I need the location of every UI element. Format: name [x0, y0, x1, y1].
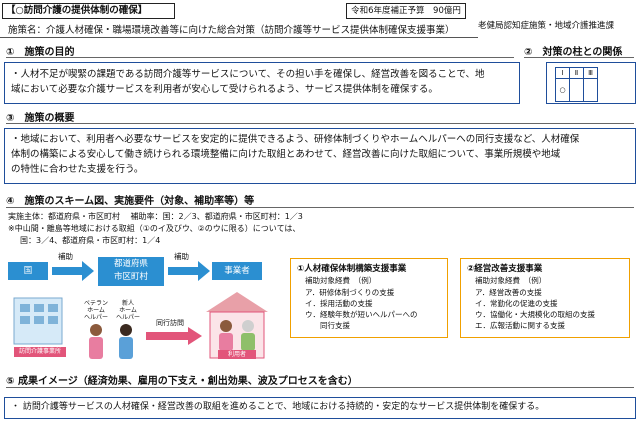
new-label-line3: ヘルパー	[115, 314, 140, 321]
support1-box: ①人材確保体制構築支援事業 補助対象経費 （例） ア．研修体制づくりの支援 イ．…	[290, 258, 448, 338]
measure-name: 施策名：介護人材確保・職場環境改善等に向けた総合対策（訪問介護等サービス提供体制…	[0, 24, 478, 38]
pillar-header-1: Ⅰ	[555, 67, 570, 79]
scheme-line2: ※中山間・離島等地域における取組（①のイ及びウ、②のウに限る）については、	[8, 224, 301, 233]
pillars-table: Ⅰ Ⅱ Ⅲ ○	[555, 67, 598, 102]
pillar-header-3: Ⅲ	[583, 67, 598, 79]
outcome-heading: ⑤ 成果イメージ（経済効果、雇用の下支え・創出効果、波及プロセスを含む）	[6, 376, 358, 387]
overview-line3: の特性に合わせた支援を行う。	[11, 164, 144, 175]
purpose-divider	[6, 57, 514, 58]
flow-arrow-1	[52, 261, 94, 281]
pillars-box: Ⅰ Ⅱ Ⅲ ○	[546, 62, 636, 104]
flow-prefecture-line2: 市区町村	[113, 272, 148, 282]
office-label: 訪問介護事業所	[14, 347, 66, 357]
support2-title: ②経営改善支援事業	[467, 264, 543, 274]
new-helper-label: 新人 ホーム ヘルパー	[114, 300, 142, 321]
support1-item-4: 同行支援	[305, 321, 350, 330]
support2-item-2: イ．常勤化の促進の支援	[475, 299, 558, 308]
support1-item-3: ウ．経験年数が短いヘルパーへの	[305, 310, 418, 319]
overview-box: ・地域において、利用者へ必要なサービスを安定的に提供できるよう、研修体制づくりや…	[4, 128, 636, 184]
flow-country-box: 国	[8, 262, 48, 280]
scheme-divider	[6, 207, 634, 208]
user-label: 利用者	[218, 350, 256, 359]
overview-divider	[6, 123, 634, 124]
new-label-line2: ホーム	[119, 307, 137, 314]
support1-title: ①人材確保体制構築支援事業	[297, 264, 407, 274]
scheme-line3: 国：3／4、都道府県・市区町村：1／4	[20, 236, 161, 245]
veteran-label-line1: ベテラン	[83, 300, 108, 307]
flow-subsidy-2: 補助	[174, 252, 189, 261]
flow-operator-box: 事業者	[212, 262, 262, 280]
veteran-label: ベテラン ホーム ヘルパー	[82, 300, 110, 321]
flow-subsidy-1: 補助	[58, 252, 73, 261]
pillars-divider	[524, 57, 634, 58]
support1-item-2: イ．採用活動の支援	[305, 299, 373, 308]
pillar-mark-2	[569, 78, 584, 102]
support2-item-4: エ．広報活動に関する支援	[475, 321, 565, 330]
office-building-illustration	[13, 297, 63, 345]
veteran-label-line2: ホーム	[87, 307, 105, 314]
support2-item-3: ウ．協働化・大規模化の取組の支援	[475, 310, 595, 319]
purpose-heading: ① 施策の目的	[6, 47, 75, 58]
purpose-text-line2: 域において必要な介護サービスを利用者が安心して受けられるよう、サービス提供体制を…	[11, 84, 438, 95]
accompany-arrow	[146, 327, 202, 345]
new-label-line1: 新人	[121, 300, 134, 307]
outcome-box: ・ 訪問介護等サービスの人材確保・経営改善の取組を進めることで、地域における持続…	[4, 397, 636, 419]
flow-prefecture-box: 都道府県 市区町村	[98, 257, 164, 286]
flow-arrow-2	[168, 261, 210, 281]
veteran-label-line3: ヘルパー	[83, 314, 108, 321]
page-title: 【○訪問介護の提供体制の確保】	[2, 3, 175, 19]
purpose-text-line1: ・人材不足が喫緊の課題である訪問介護等サービスについて、その担い手を確保し、経営…	[11, 69, 485, 80]
department-label: 老健局認知症施策・地域介護推進課	[478, 21, 615, 31]
outcome-text: ・ 訪問介護等サービスの人材確保・経営改善の取組を進めることで、地域における持続…	[11, 402, 545, 412]
overview-line2: 体制の構築による安心して働き続けられる環境整備に向けた取組とあわせて、経営改善に…	[11, 149, 561, 160]
support2-box: ②経営改善支援事業 補助対象経費 （例） ア．経営改善の支援 イ．常勤化の促進の…	[460, 258, 630, 338]
helpers-illustration	[89, 324, 133, 359]
outcome-divider	[6, 387, 634, 388]
flow-prefecture-line1: 都道府県	[113, 259, 148, 269]
pillar-mark-1: ○	[555, 78, 570, 102]
scheme-heading: ④ 施策のスキーム図、実施要件（対象、補助率等）等	[6, 196, 255, 207]
pillar-header-2: Ⅱ	[569, 67, 584, 79]
support1-subtitle: 補助対象経費 （例）	[305, 276, 377, 285]
overview-line1: ・地域において、利用者へ必要なサービスを安定的に提供できるよう、研修体制づくりや…	[11, 134, 580, 145]
pillar-mark-3	[583, 78, 598, 102]
accompany-label: 同行訪問	[156, 319, 184, 327]
pillars-heading: ② 対策の柱との関係	[524, 47, 623, 58]
support2-subtitle: 補助対象経費 （例）	[475, 276, 547, 285]
support1-item-1: ア．研修体制づくりの支援	[305, 288, 395, 297]
purpose-box: ・人材不足が喫緊の課題である訪問介護等サービスについて、その担い手を確保し、経営…	[4, 62, 520, 104]
scheme-line1: 実施主体：都道府県・市区町村 補助率：国：2／3、都道府県・市区町村：1／3	[8, 212, 303, 221]
overview-heading: ③ 施策の概要	[6, 113, 75, 124]
budget-label: 令和6年度補正予算 90億円	[346, 3, 466, 19]
support2-item-1: ア．経営改善の支援	[475, 288, 542, 297]
